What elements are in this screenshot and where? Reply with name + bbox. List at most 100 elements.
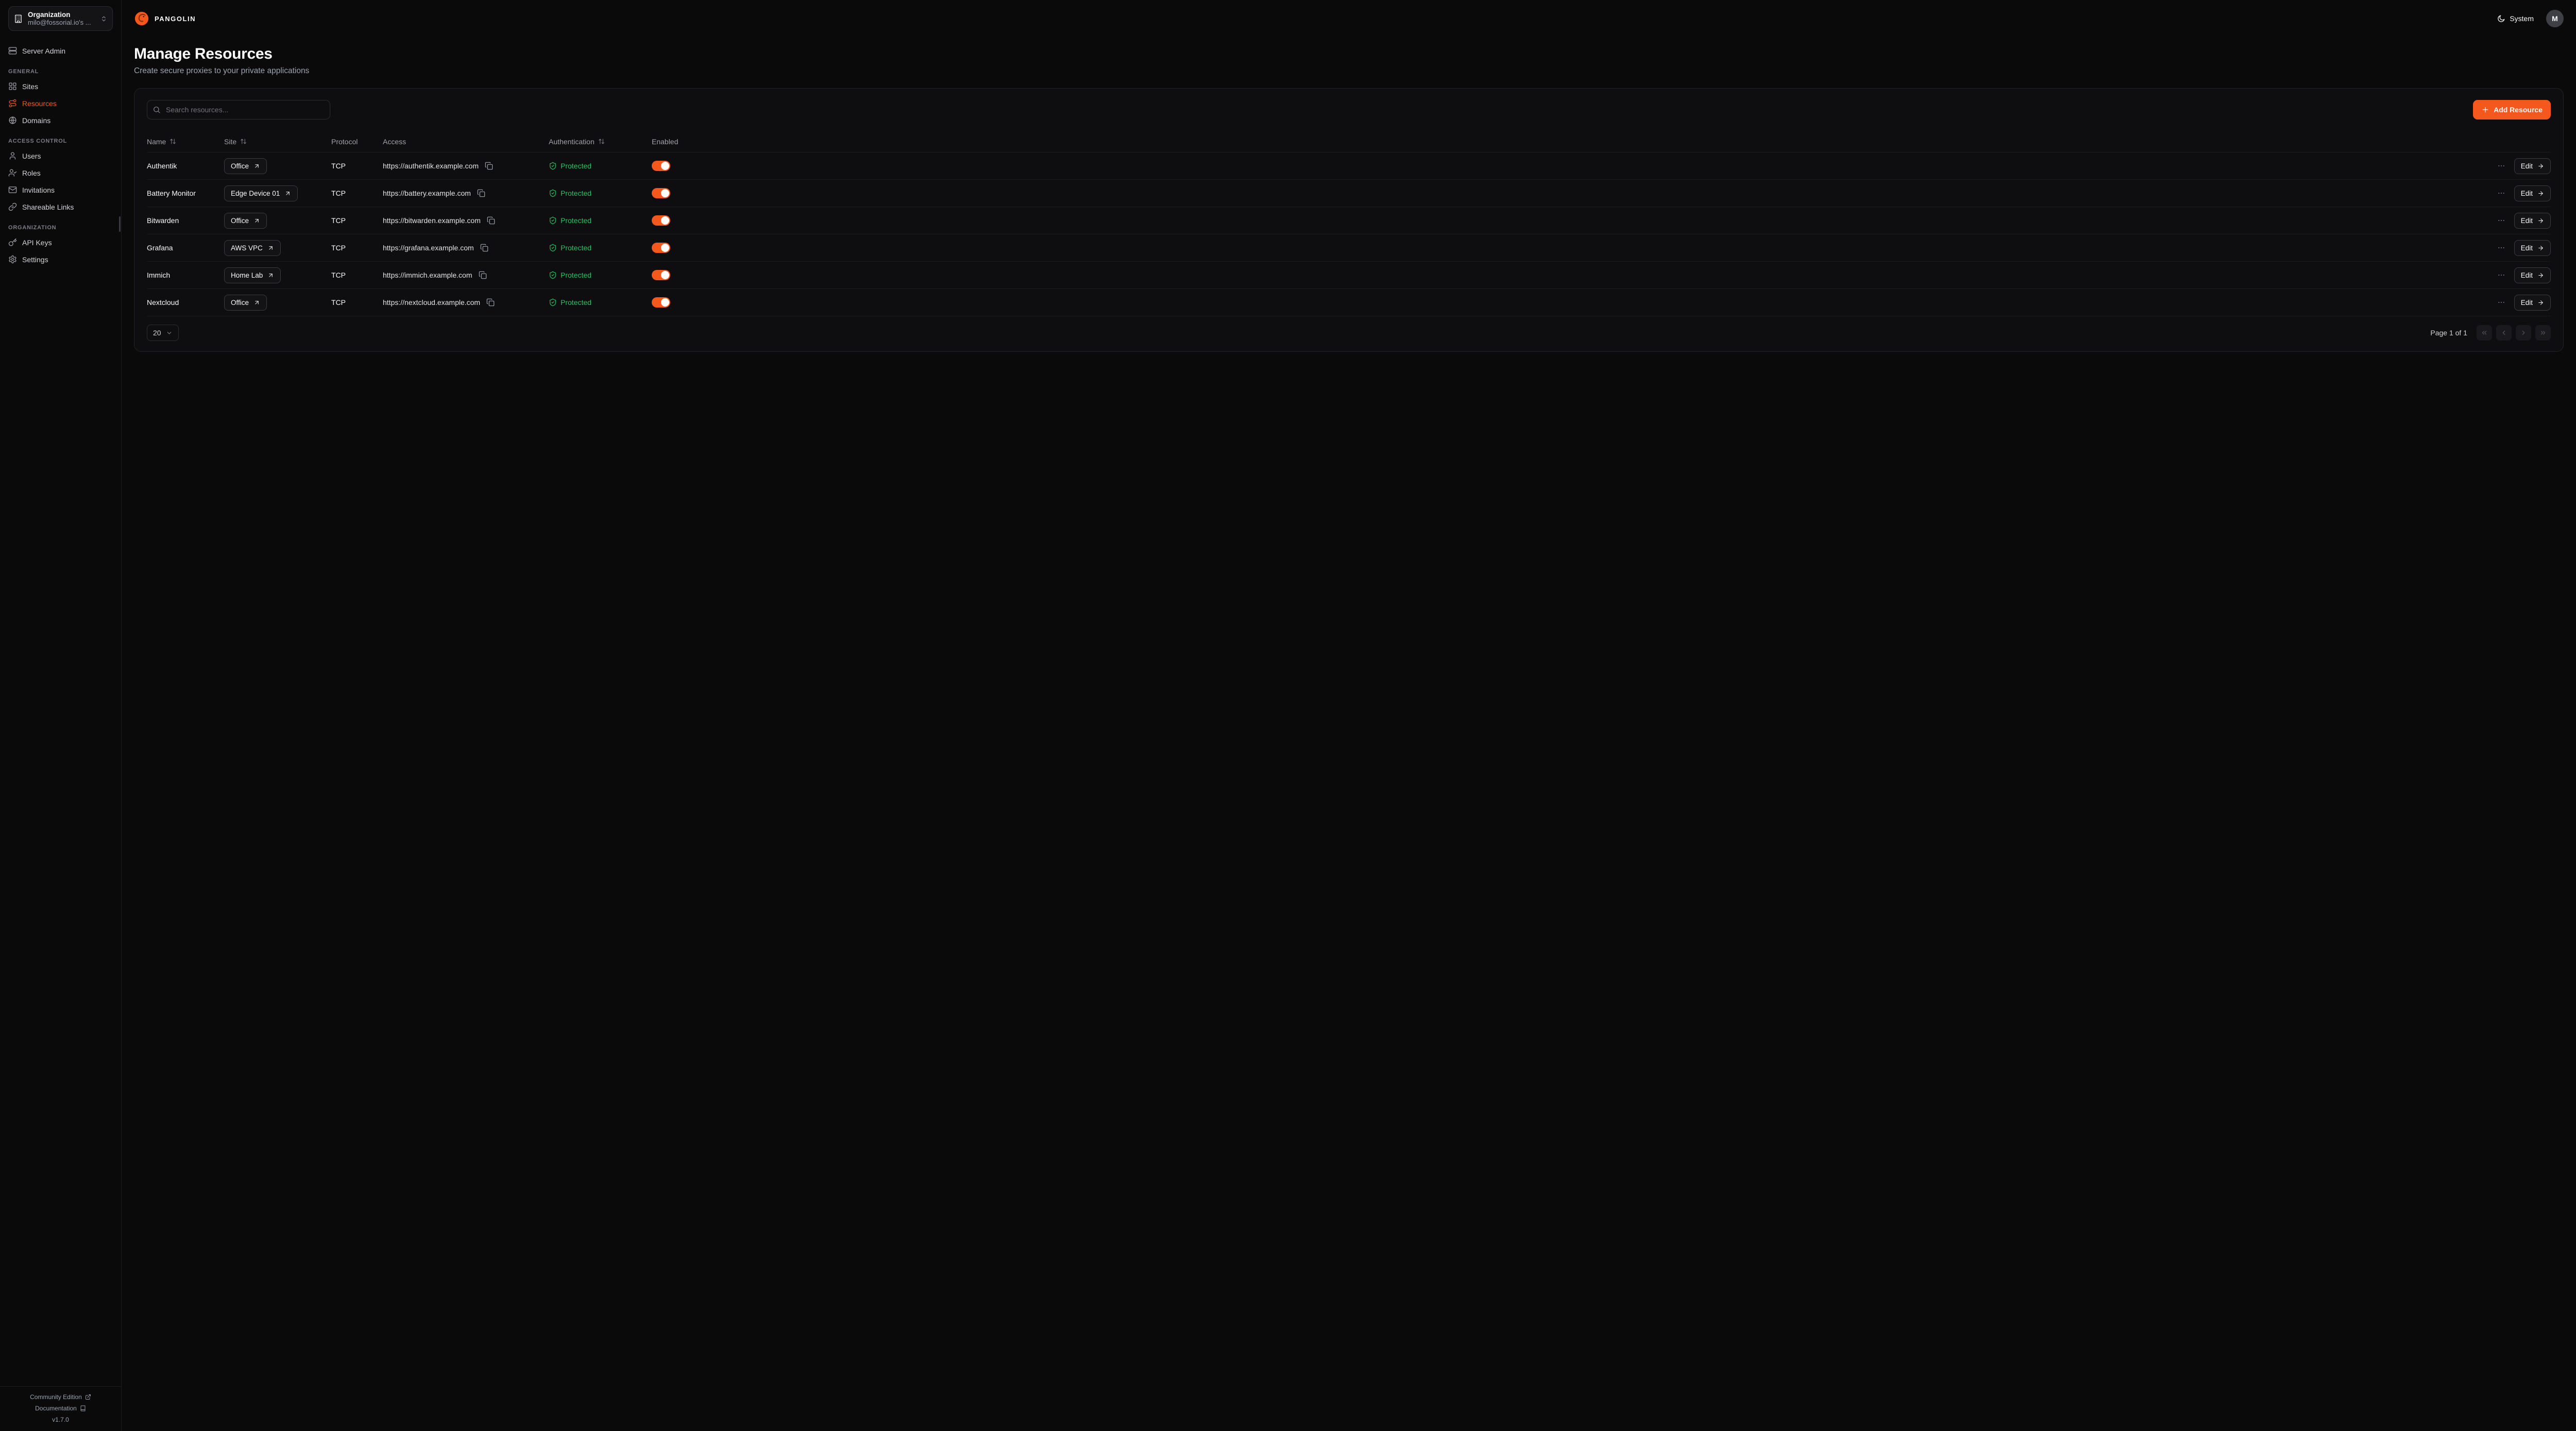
edit-button[interactable]: Edit: [2514, 295, 2551, 311]
site-name: Office: [231, 162, 249, 170]
row-menu-button[interactable]: [2496, 188, 2506, 198]
site-link-button[interactable]: AWS VPC: [224, 240, 281, 256]
community-edition-label: Community Edition: [30, 1393, 82, 1401]
globe-icon: [8, 116, 17, 125]
next-page-button[interactable]: [2516, 325, 2531, 340]
sidebar-item-server-admin[interactable]: Server Admin: [0, 42, 121, 59]
first-page-button[interactable]: [2477, 325, 2492, 340]
chevron-left-icon: [2500, 329, 2507, 336]
sidebar-item-label: Invitations: [22, 186, 55, 194]
copy-button[interactable]: [476, 188, 486, 198]
column-header-authentication[interactable]: Authentication: [549, 138, 652, 146]
last-page-button[interactable]: [2535, 325, 2551, 340]
table-row: Nextcloud Office TCP https://nextcloud.e…: [147, 289, 2551, 316]
copy-button[interactable]: [478, 270, 488, 280]
resource-url[interactable]: https://authentik.example.com: [383, 162, 479, 170]
sidebar-item-resources[interactable]: Resources: [0, 95, 121, 112]
brand-logo-link[interactable]: PANGOLIN: [134, 11, 196, 26]
sidebar-scrollbar[interactable]: [119, 216, 121, 232]
sidebar-item-label: Shareable Links: [22, 203, 74, 211]
sidebar-item-label: Sites: [22, 82, 38, 91]
resource-url[interactable]: https://immich.example.com: [383, 271, 472, 279]
sidebar-item-domains[interactable]: Domains: [0, 112, 121, 129]
row-menu-button[interactable]: [2496, 161, 2506, 171]
row-menu-button[interactable]: [2496, 270, 2506, 280]
auth-status: Protected: [561, 271, 591, 279]
chevrons-left-icon: [2481, 329, 2488, 336]
previous-page-button[interactable]: [2496, 325, 2512, 340]
arrow-up-right-icon: [253, 299, 260, 306]
copy-button[interactable]: [484, 161, 494, 171]
sort-icon: [170, 138, 176, 145]
resource-url[interactable]: https://bitwarden.example.com: [383, 216, 481, 225]
edit-button[interactable]: Edit: [2514, 158, 2551, 174]
row-menu-button[interactable]: [2496, 215, 2506, 226]
table-row: Immich Home Lab TCP https://immich.examp…: [147, 262, 2551, 289]
site-link-button[interactable]: Office: [224, 158, 267, 174]
shield-check-icon: [549, 298, 557, 306]
mail-icon: [8, 185, 17, 194]
edit-button[interactable]: Edit: [2514, 267, 2551, 283]
edit-label: Edit: [2521, 190, 2533, 197]
edit-label: Edit: [2521, 217, 2533, 225]
sidebar-item-users[interactable]: Users: [0, 147, 121, 164]
gear-icon: [8, 255, 17, 264]
ellipsis-icon: [2497, 271, 2505, 279]
search-input[interactable]: [147, 100, 330, 120]
page-size-select[interactable]: 20: [147, 325, 179, 341]
toggle-knob: [661, 162, 669, 170]
sidebar-item-label: Server Admin: [22, 47, 65, 55]
copy-button[interactable]: [486, 215, 496, 226]
copy-button[interactable]: [485, 297, 496, 308]
sidebar-item-sites[interactable]: Sites: [0, 78, 121, 95]
sidebar-item-roles[interactable]: Roles: [0, 164, 121, 181]
edit-label: Edit: [2521, 299, 2533, 306]
enabled-toggle[interactable]: [652, 297, 670, 308]
documentation-link[interactable]: Documentation: [35, 1405, 86, 1412]
column-header-site[interactable]: Site: [224, 138, 331, 146]
sidebar-item-shareable-links[interactable]: Shareable Links: [0, 198, 121, 215]
enabled-toggle[interactable]: [652, 243, 670, 253]
enabled-toggle[interactable]: [652, 161, 670, 171]
avatar[interactable]: M: [2546, 10, 2564, 27]
resource-url[interactable]: https://grafana.example.com: [383, 244, 474, 252]
documentation-label: Documentation: [35, 1405, 77, 1412]
ellipsis-icon: [2497, 189, 2505, 197]
theme-toggle[interactable]: System: [2497, 14, 2534, 23]
edit-button[interactable]: Edit: [2514, 213, 2551, 229]
top-bar: PANGOLIN System M: [122, 0, 2576, 37]
sidebar-item-label: Users: [22, 152, 41, 160]
community-edition-link[interactable]: Community Edition: [30, 1393, 91, 1401]
enabled-toggle[interactable]: [652, 215, 670, 226]
app: Organization milo@fossorial.io's ... Ser…: [0, 0, 2576, 1431]
column-header-name[interactable]: Name: [147, 138, 224, 146]
sidebar-item-api-keys[interactable]: API Keys: [0, 234, 121, 251]
edit-button[interactable]: Edit: [2514, 240, 2551, 256]
row-menu-button[interactable]: [2496, 243, 2506, 253]
resource-protocol: TCP: [331, 216, 383, 225]
copy-icon: [477, 189, 485, 197]
copy-button[interactable]: [479, 243, 489, 253]
site-link-button[interactable]: Office: [224, 295, 267, 311]
edit-button[interactable]: Edit: [2514, 185, 2551, 201]
site-link-button[interactable]: Edge Device 01: [224, 185, 298, 201]
site-link-button[interactable]: Office: [224, 213, 267, 229]
add-resource-button[interactable]: Add Resource: [2473, 100, 2551, 120]
enabled-toggle[interactable]: [652, 188, 670, 198]
org-selector[interactable]: Organization milo@fossorial.io's ...: [8, 6, 113, 31]
column-label: Authentication: [549, 138, 595, 146]
sidebar-item-settings[interactable]: Settings: [0, 251, 121, 268]
page-info: Page 1 of 1: [2430, 329, 2467, 337]
arrow-up-right-icon: [284, 190, 291, 197]
sidebar-item-invitations[interactable]: Invitations: [0, 181, 121, 198]
enabled-toggle[interactable]: [652, 270, 670, 280]
version-label: v1.7.0: [52, 1416, 69, 1423]
resource-url[interactable]: https://battery.example.com: [383, 189, 471, 197]
resource-name: Nextcloud: [147, 298, 224, 306]
arrow-right-icon: [2537, 190, 2544, 197]
resource-url[interactable]: https://nextcloud.example.com: [383, 298, 480, 306]
site-link-button[interactable]: Home Lab: [224, 267, 281, 283]
sidebar-item-label: Roles: [22, 169, 41, 177]
edit-label: Edit: [2521, 271, 2533, 279]
row-menu-button[interactable]: [2496, 297, 2506, 308]
